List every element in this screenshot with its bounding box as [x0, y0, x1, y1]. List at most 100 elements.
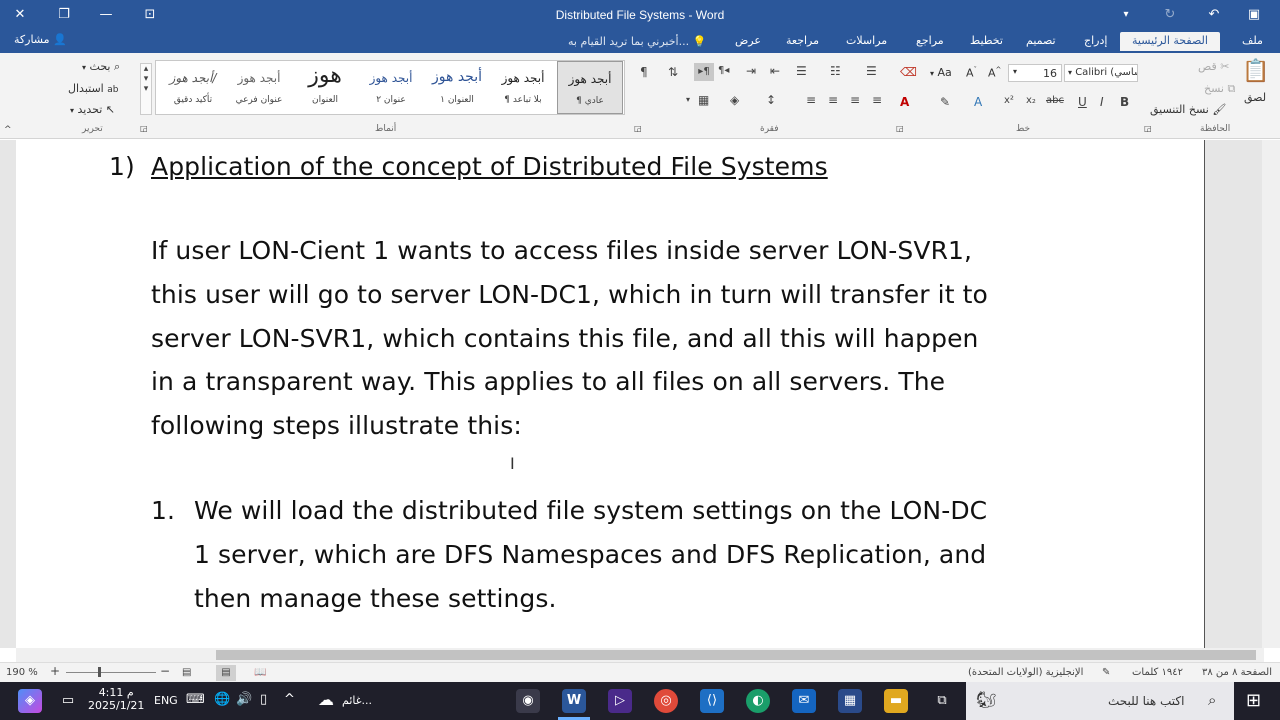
copy-button[interactable]: نسخ ⧉: [1204, 82, 1235, 96]
font-color-icon[interactable]: A: [900, 95, 909, 109]
read-mode-icon[interactable]: 📖: [254, 667, 266, 678]
ltr-direction-icon[interactable]: ▸¶: [694, 63, 714, 81]
style-heading-1[interactable]: أبجد هوز العنوان ١: [424, 61, 490, 114]
paragraph-launcher-icon[interactable]: ◲: [634, 124, 642, 133]
rtl-direction-icon[interactable]: ¶◂: [718, 65, 729, 76]
vscode-icon[interactable]: ⟨⟩: [700, 689, 724, 713]
weather-icon[interactable]: ☁: [318, 690, 334, 709]
style-subtle-emphasis[interactable]: أبجد هوز/ تأكيد دقيق: [160, 61, 226, 114]
font-size-combo[interactable]: ▾ 16: [1008, 64, 1062, 82]
style-no-spacing[interactable]: أبجد هوز ¶ بلا تباعد: [490, 61, 556, 114]
taskbar-search[interactable]: 🐿 اكتب هنا للبحث ⌕: [966, 682, 1234, 720]
superscript-icon[interactable]: x²: [1004, 95, 1014, 106]
customize-qat-icon[interactable]: ▾: [1114, 4, 1138, 26]
tab-home[interactable]: الصفحة الرئيسية: [1120, 32, 1220, 51]
zoom-out-icon[interactable]: −: [160, 664, 170, 678]
edge-icon[interactable]: ◐: [746, 689, 770, 713]
bullets-icon[interactable]: ☰: [866, 64, 877, 78]
language-status[interactable]: الإنجليزية (الولايات المتحدة): [968, 667, 1083, 678]
mail-icon[interactable]: ✉: [792, 689, 816, 713]
clock[interactable]: 4:11 م 2025/1/21: [88, 686, 144, 712]
copilot-icon[interactable]: ◈: [18, 689, 42, 713]
start-windows-icon[interactable]: ⊞: [1246, 690, 1261, 711]
undo-icon[interactable]: ↶: [1202, 4, 1226, 26]
word-count[interactable]: ١٩٤٢ كلمات: [1132, 667, 1183, 678]
horizontal-scrollbar[interactable]: [16, 648, 1264, 662]
copilot-app-icon[interactable]: ▷: [608, 689, 632, 713]
task-view-icon[interactable]: ⧉: [930, 689, 954, 713]
text-effects-icon[interactable]: A: [974, 95, 982, 109]
zoom-slider-thumb[interactable]: [98, 667, 101, 677]
shading-dropdown-icon[interactable]: ▾: [686, 95, 690, 104]
zoom-in-icon[interactable]: +: [50, 664, 60, 678]
clear-formatting-icon[interactable]: ⌫: [900, 65, 917, 79]
tab-review[interactable]: مراجعة: [786, 34, 819, 47]
file-explorer-icon[interactable]: ▬: [884, 689, 908, 713]
strikethrough-icon[interactable]: abc: [1046, 95, 1064, 106]
tell-me-search[interactable]: أخبرني بما تريد القيام به... 💡: [568, 35, 706, 48]
underline-icon[interactable]: U: [1078, 95, 1087, 109]
multilevel-list-icon[interactable]: ☰: [796, 64, 807, 78]
font-launcher-icon[interactable]: ◲: [896, 124, 904, 133]
save-icon[interactable]: ▣: [1242, 4, 1266, 26]
battery-icon[interactable]: ▯: [260, 692, 267, 707]
style-title[interactable]: هوز العنوان: [292, 61, 358, 114]
tab-insert[interactable]: إدراج: [1084, 34, 1107, 47]
print-layout-icon[interactable]: ▤: [216, 665, 236, 681]
share-button[interactable]: مشاركة 👤: [14, 33, 67, 46]
justify-icon[interactable]: ≡: [806, 93, 816, 107]
select-button[interactable]: ▾ تحديد ↖: [70, 103, 115, 116]
styles-launcher-icon[interactable]: ◲: [140, 124, 148, 133]
line-spacing-icon[interactable]: ↕: [766, 93, 776, 107]
proofing-icon[interactable]: ✎: [1102, 667, 1110, 678]
style-heading-2[interactable]: أبجد هوز عنوان ٢: [358, 61, 424, 114]
align-right-icon[interactable]: ≡: [828, 93, 838, 107]
format-painter-button[interactable]: نسخ التنسيق 🖌: [1150, 103, 1226, 116]
decrease-indent-icon[interactable]: ⇤: [770, 64, 780, 78]
horizontal-scroll-thumb[interactable]: [216, 650, 1256, 660]
zoom-level[interactable]: 190 %: [6, 667, 38, 678]
web-layout-icon[interactable]: ▤: [182, 667, 191, 678]
chrome-icon[interactable]: ◎: [654, 689, 678, 713]
speaker-icon[interactable]: 🔊: [236, 692, 252, 707]
camera-icon[interactable]: ◉: [516, 689, 540, 713]
shading-icon[interactable]: ◈: [730, 93, 739, 107]
paste-button[interactable]: لصق: [1244, 91, 1266, 104]
weather-label[interactable]: غائم...: [342, 694, 372, 707]
input-language[interactable]: ENG: [154, 694, 178, 707]
increase-indent-icon[interactable]: ⇥: [746, 64, 756, 78]
numbering-icon[interactable]: ☷: [830, 64, 841, 78]
document-page[interactable]: 1) Application of the concept of Distrib…: [16, 140, 1205, 648]
highlight-icon[interactable]: ✎: [940, 95, 950, 109]
show-marks-icon[interactable]: ¶: [640, 65, 648, 79]
redo-icon[interactable]: ↻: [1158, 4, 1182, 26]
align-center-icon[interactable]: ≡: [850, 93, 860, 107]
grow-font-button[interactable]: A^: [988, 66, 1001, 80]
tab-layout[interactable]: تخطيط: [970, 34, 1003, 47]
zoom-slider[interactable]: [66, 672, 156, 673]
align-left-icon[interactable]: ≡: [872, 93, 882, 107]
italic-icon[interactable]: I: [1100, 95, 1104, 109]
sort-icon[interactable]: ⇅: [668, 65, 678, 79]
style-subtitle[interactable]: أبجد هوز عنوان فرعي: [226, 61, 292, 114]
change-case-button[interactable]: ▾ Aa: [930, 66, 952, 79]
shrink-font-button[interactable]: Aˇ: [966, 66, 977, 80]
tab-mailings[interactable]: مراسلات: [846, 34, 887, 47]
store-icon[interactable]: ▦: [838, 689, 862, 713]
vertical-scrollbar[interactable]: [1262, 140, 1280, 648]
tab-references[interactable]: مراجع: [916, 34, 944, 47]
word-icon[interactable]: W: [562, 689, 586, 713]
keyboard-icon[interactable]: ⌨: [186, 692, 205, 707]
borders-icon[interactable]: ▦: [698, 93, 709, 107]
find-button[interactable]: ▾ بحث ⌕: [82, 60, 120, 74]
font-name-combo[interactable]: ▾ Calibri (أساسي: [1064, 64, 1138, 82]
tab-view[interactable]: عرض: [735, 34, 761, 47]
clipboard-launcher-icon[interactable]: ◲: [1144, 124, 1152, 133]
subscript-icon[interactable]: x₂: [1026, 95, 1036, 106]
bold-icon[interactable]: B: [1120, 95, 1129, 109]
cut-button[interactable]: قص ✂: [1198, 60, 1229, 73]
tray-overflow-icon[interactable]: ^: [284, 692, 295, 707]
replace-button[interactable]: استبدال ab: [68, 82, 118, 95]
page-count[interactable]: الصفحة ٨ من ٣٨: [1202, 667, 1272, 678]
styles-scroll[interactable]: ▴ ▾ ▾: [140, 63, 152, 115]
